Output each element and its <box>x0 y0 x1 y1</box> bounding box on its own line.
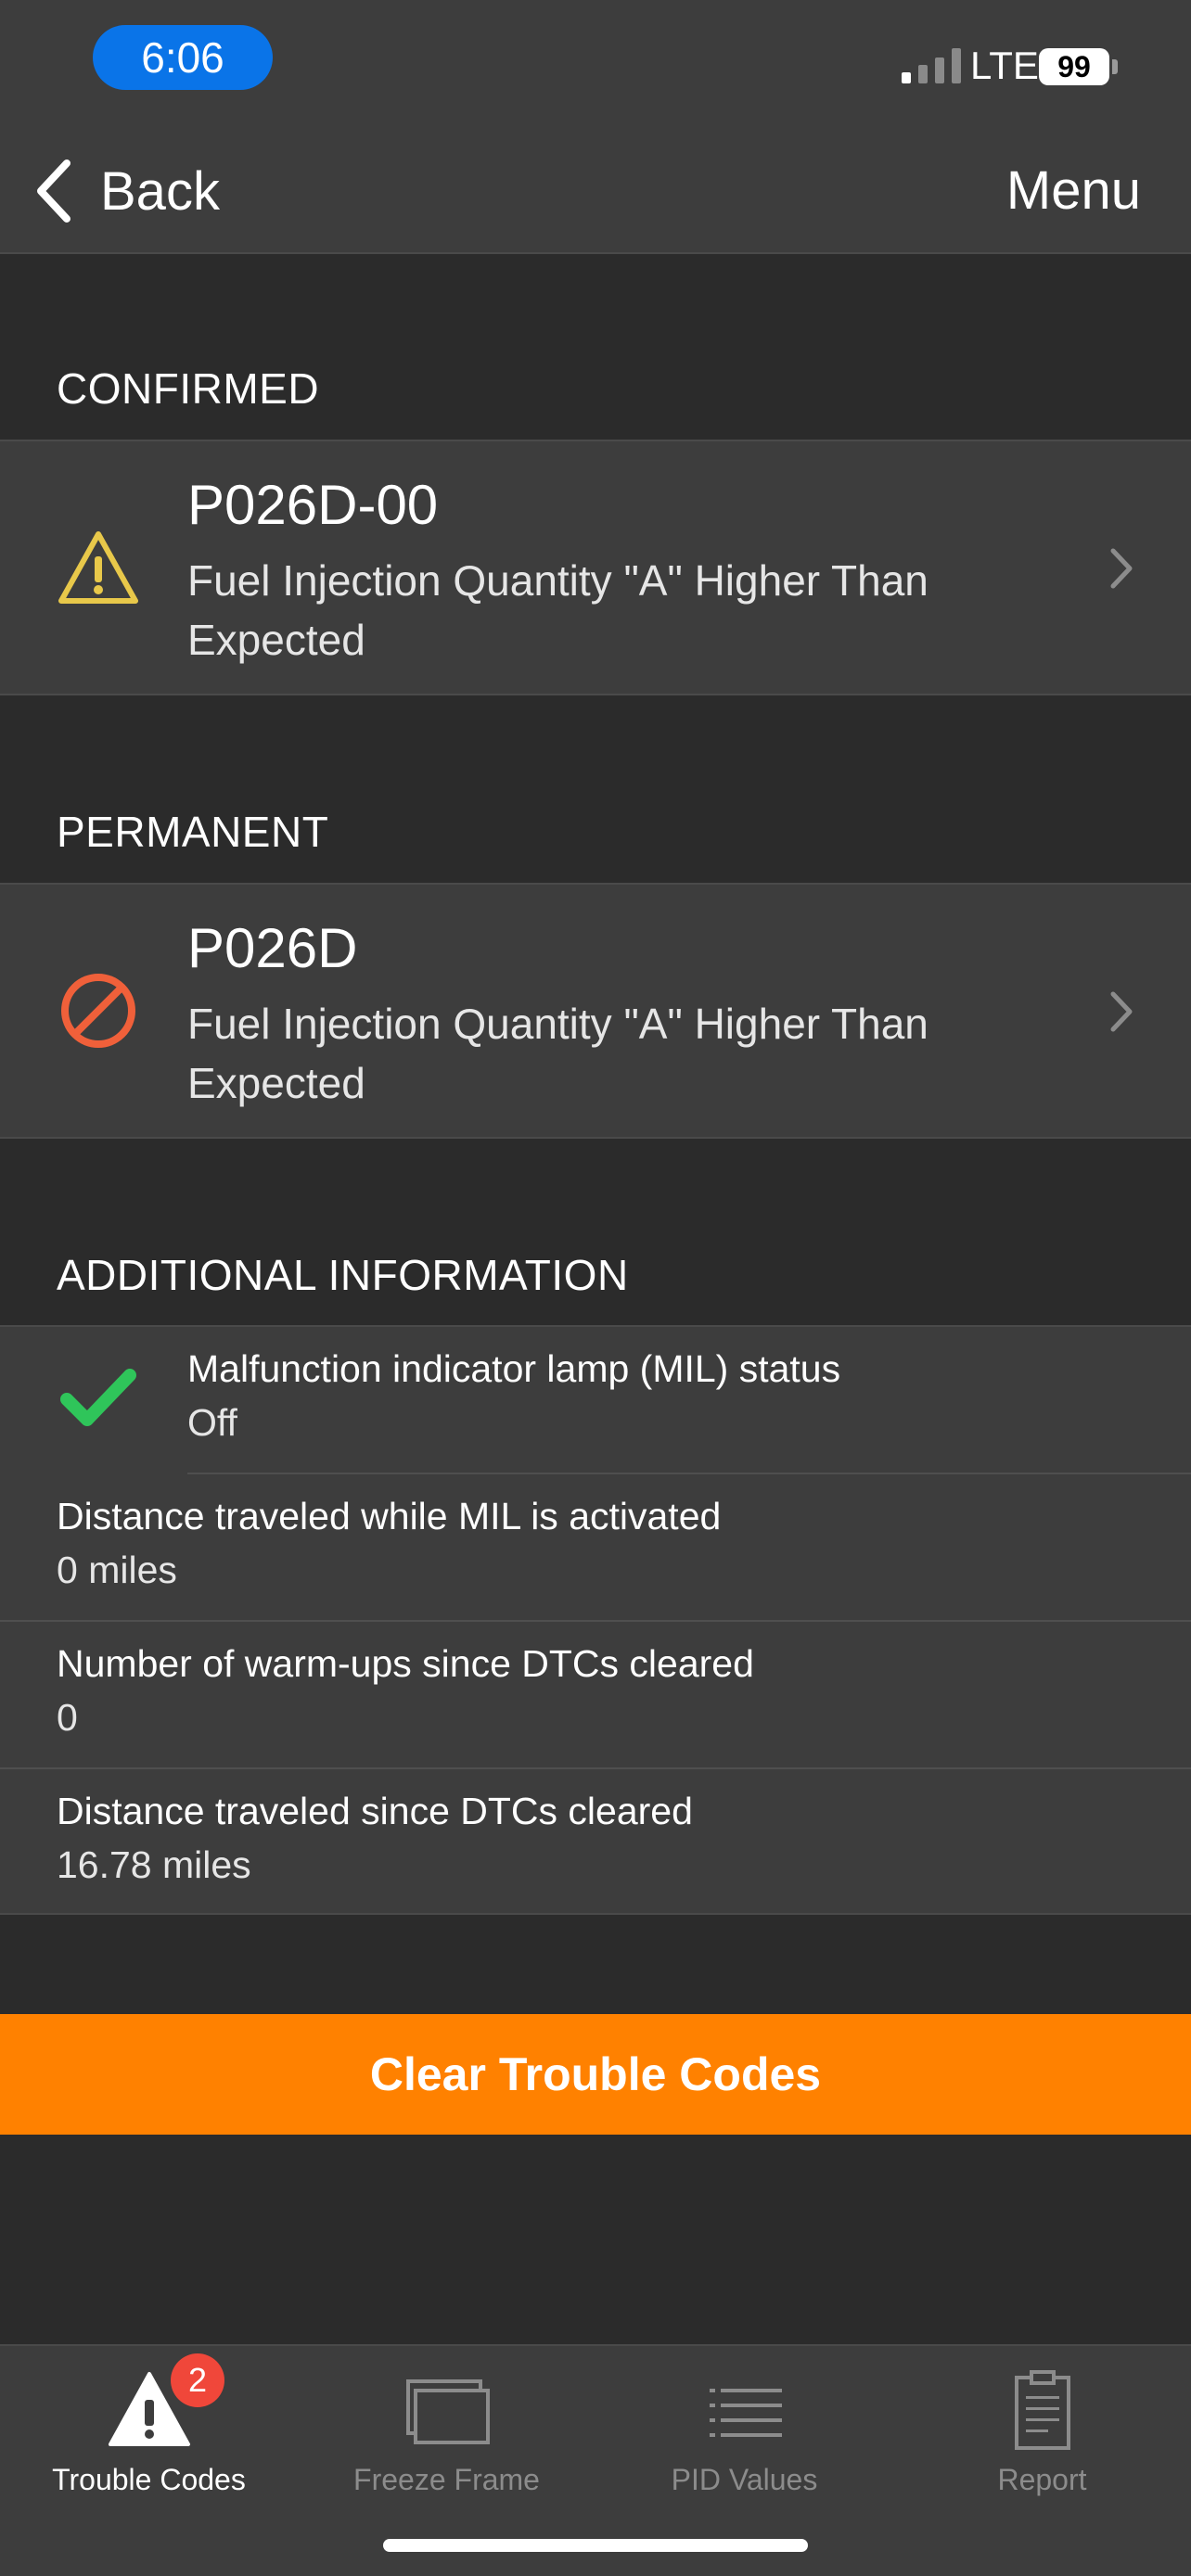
section-header-confirmed: CONFIRMED <box>57 364 320 413</box>
cellular-signal-icon <box>902 48 961 83</box>
dtc-row-confirmed[interactable]: P026D-00 Fuel Injection Quantity "A" Hig… <box>0 440 1191 695</box>
status-time[interactable]: 6:06 <box>93 25 273 90</box>
tab-label: Report <box>997 2463 1087 2496</box>
dtc-code: P026D-00 <box>187 474 439 536</box>
info-label: Distance traveled while MIL is activated <box>57 1495 722 1537</box>
chevron-right-icon <box>1110 548 1133 589</box>
info-value: 0 miles <box>57 1549 177 1591</box>
info-label: Distance traveled since DTCs cleared <box>57 1790 693 1832</box>
network-type: LTE <box>970 44 1039 87</box>
info-label: Malfunction indicator lamp (MIL) status <box>187 1347 841 1390</box>
tab-pid-values[interactable]: PID Values <box>596 2346 893 2504</box>
warning-triangle-icon <box>58 531 138 604</box>
screen: 6:06 LTE 99 Back Menu CONFIRMED P026D-00… <box>0 0 1191 2576</box>
list-item-distance-mil: Distance traveled while MIL is activated… <box>0 1474 1191 1622</box>
clear-trouble-codes-button[interactable]: Clear Trouble Codes <box>0 2014 1191 2135</box>
info-value: 16.78 miles <box>57 1843 251 1886</box>
battery-cap <box>1112 59 1118 74</box>
list-item-warmups: Number of warm-ups since DTCs cleared 0 <box>0 1622 1191 1769</box>
list-icon <box>709 2389 782 2437</box>
checkmark-icon <box>60 1369 136 1426</box>
list-item-mil-status: Malfunction indicator lamp (MIL) status … <box>0 1327 1191 1474</box>
dtc-description: Fuel Injection Quantity "A" Higher Than … <box>187 1000 928 1107</box>
clipboard-icon <box>1014 2370 1070 2450</box>
tab-report[interactable]: Report <box>893 2346 1191 2504</box>
tab-freeze-frame[interactable]: Freeze Frame <box>298 2346 596 2504</box>
additional-info-list: Malfunction indicator lamp (MIL) status … <box>0 1325 1191 1915</box>
info-label: Number of warm-ups since DTCs cleared <box>57 1642 754 1685</box>
dtc-code: P026D <box>187 917 358 979</box>
back-label: Back <box>100 160 220 222</box>
battery-icon: 99 <box>1039 48 1109 85</box>
tab-badge: 2 <box>171 2353 224 2407</box>
section-header-permanent: PERMANENT <box>57 808 329 856</box>
tab-label: Freeze Frame <box>353 2463 540 2496</box>
info-value: 0 <box>57 1696 78 1739</box>
list-item-distance-cleared: Distance traveled since DTCs cleared 16.… <box>0 1769 1191 1917</box>
tab-label: Trouble Codes <box>52 2463 246 2496</box>
back-button[interactable]: Back <box>33 154 220 228</box>
prohibited-icon <box>61 974 135 1048</box>
chevron-right-icon <box>1110 991 1133 1032</box>
status-bar: 6:06 LTE 99 <box>0 0 1191 130</box>
tab-label: PID Values <box>671 2463 818 2496</box>
section-header-additional: ADDITIONAL INFORMATION <box>57 1251 629 1299</box>
freeze-frame-icon <box>405 2379 490 2444</box>
chevron-left-icon <box>37 159 70 223</box>
menu-button[interactable]: Menu <box>1006 154 1141 228</box>
dtc-row-permanent[interactable]: P026D Fuel Injection Quantity "A" Higher… <box>0 883 1191 1139</box>
home-indicator[interactable] <box>383 2539 808 2552</box>
info-value: Off <box>187 1401 237 1444</box>
tab-trouble-codes[interactable]: 2 Trouble Codes <box>0 2346 298 2504</box>
navigation-bar: Back Menu <box>0 130 1191 254</box>
dtc-description: Fuel Injection Quantity "A" Higher Than … <box>187 556 928 664</box>
